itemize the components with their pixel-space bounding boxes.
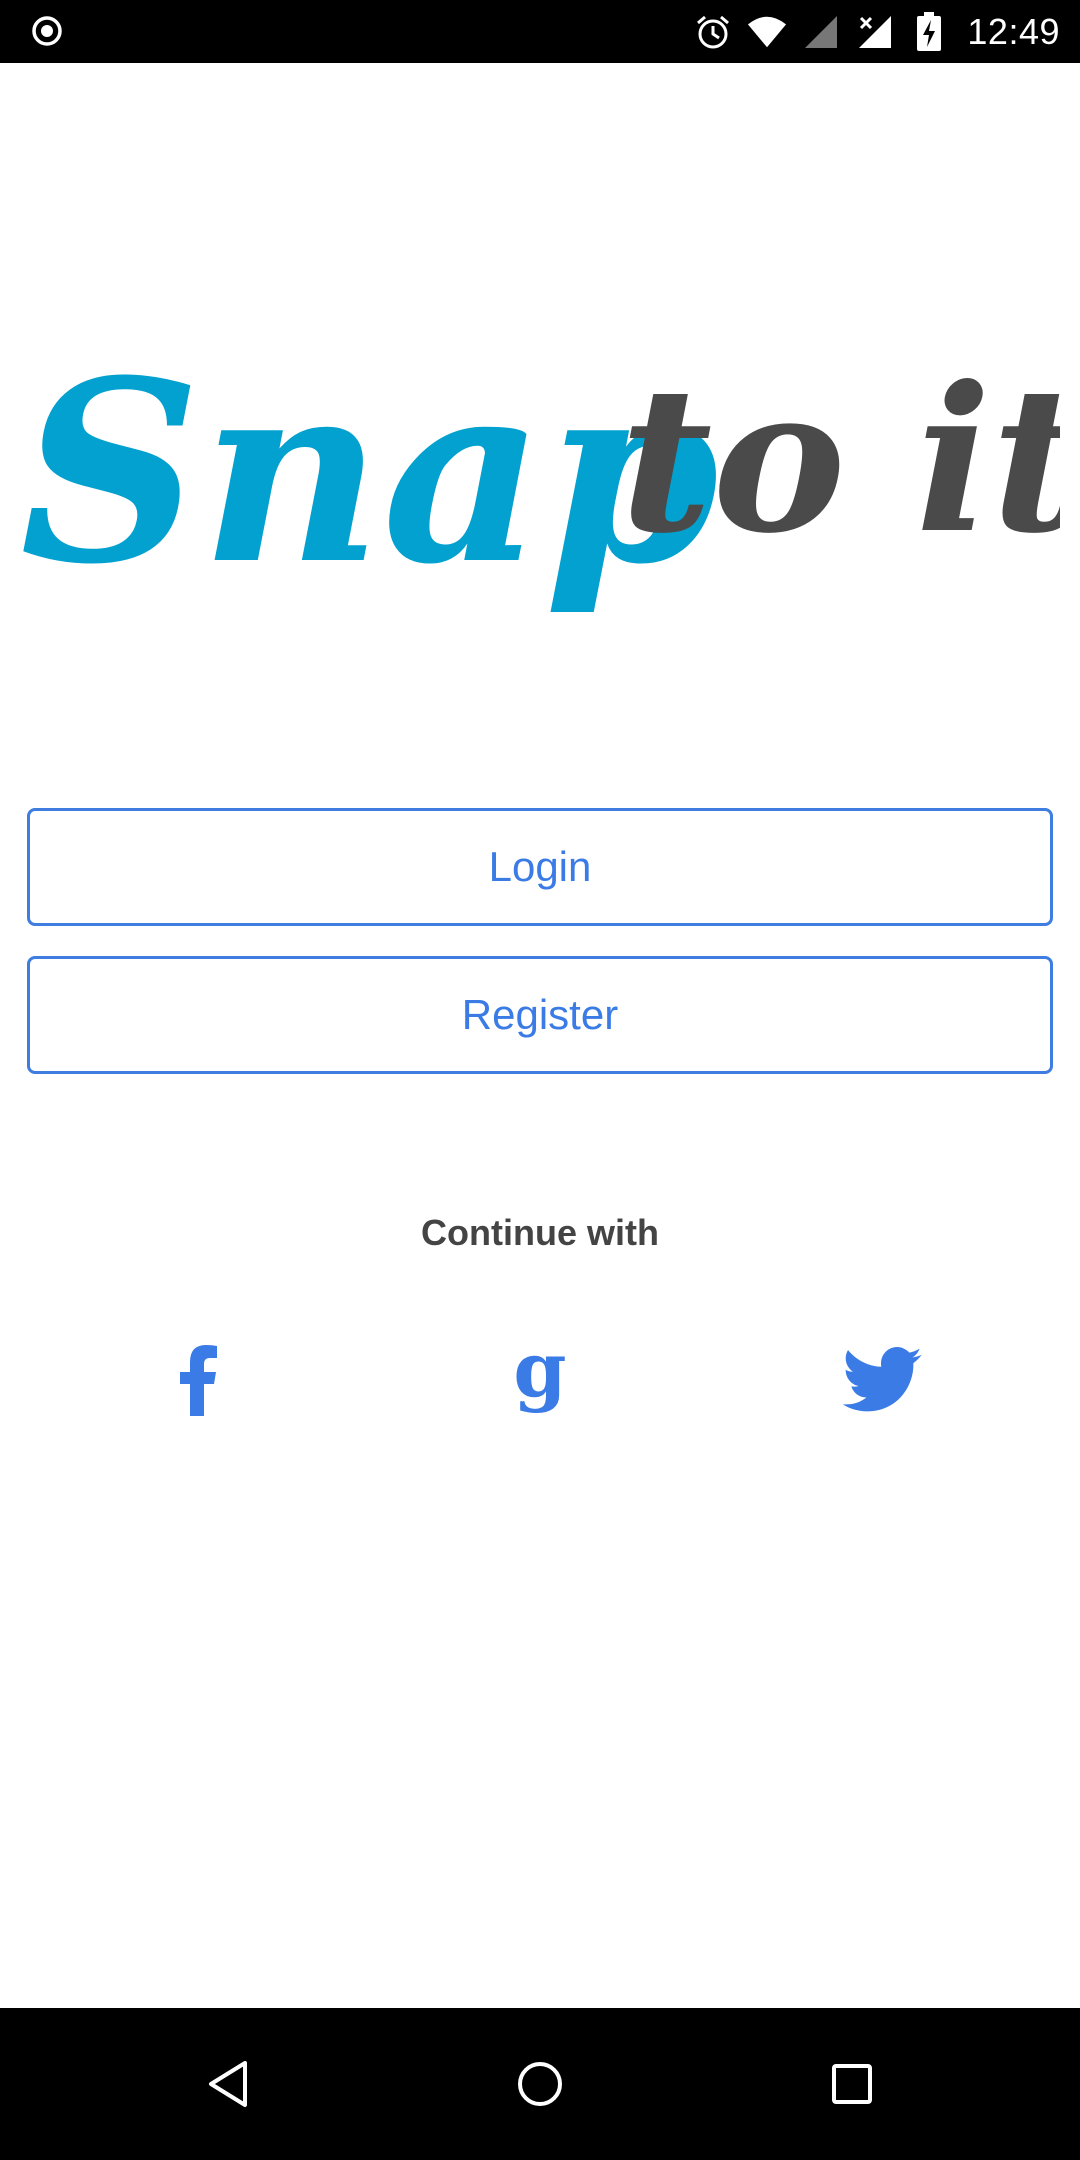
record-icon [30,14,64,48]
status-bar: 12:49 [0,0,1080,63]
home-button[interactable] [500,2044,580,2124]
recents-button[interactable] [812,2044,892,2124]
recents-icon [832,2064,872,2104]
no-signal-icon [855,12,895,52]
svg-text:g: g [513,1344,566,1414]
google-icon: g [513,1344,566,1414]
navigation-bar [0,2008,1080,2160]
signal-icon [801,12,841,52]
status-time: 12:49 [967,10,1060,52]
register-button[interactable]: Register [27,956,1053,1074]
logo-part1: Snap [20,325,719,619]
battery-charging-icon [909,11,949,52]
back-icon [209,2061,247,2107]
home-icon [518,2062,562,2106]
facebook-button[interactable] [143,1330,253,1430]
app-logo: Snap to it [20,290,1080,650]
twitter-icon [842,1347,922,1412]
alarm-icon [693,12,733,52]
wifi-icon [747,12,787,52]
google-button[interactable]: g [485,1330,595,1430]
twitter-button[interactable] [827,1330,937,1430]
logo-part2: to it [620,343,1060,578]
continue-with-label: Continue with [421,1212,659,1253]
screen: 12:49 Snap to it Login Register Continue… [0,0,1080,2160]
facebook-icon [180,1345,217,1416]
login-button[interactable]: Login [27,808,1053,926]
back-button[interactable] [188,2044,268,2124]
